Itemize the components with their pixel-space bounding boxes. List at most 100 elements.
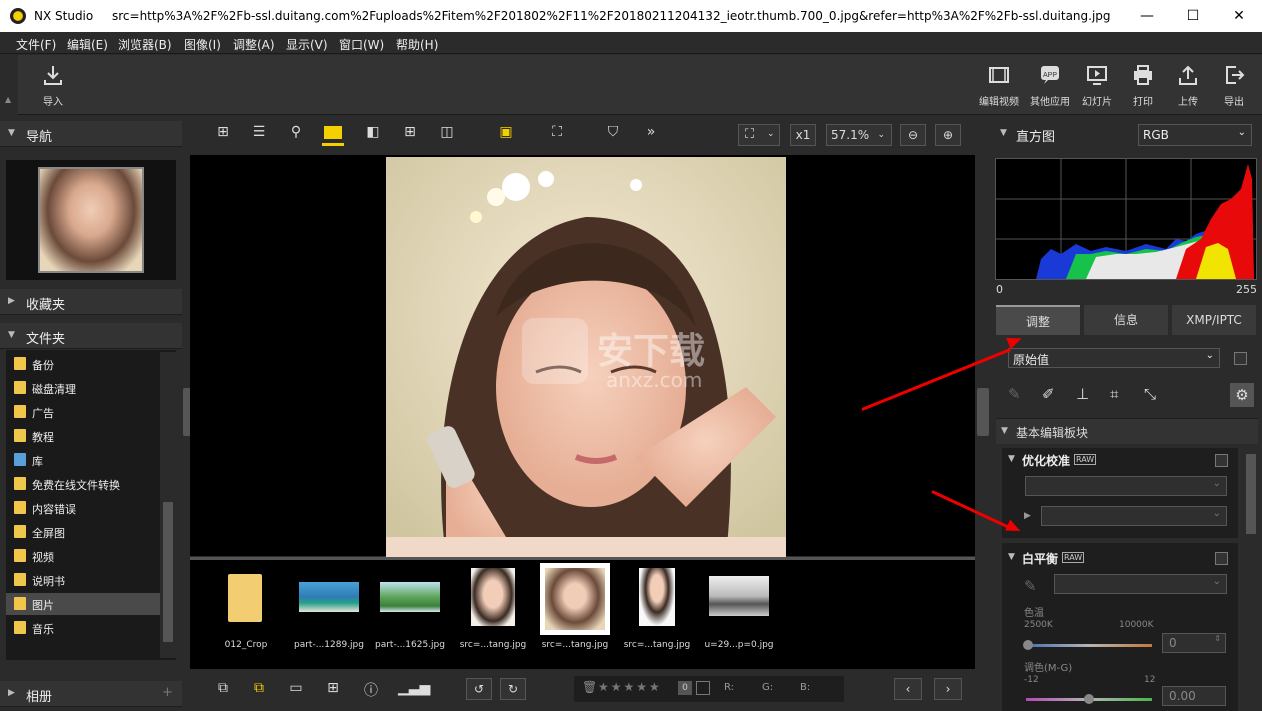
preset-dropdown[interactable]: 原始值 ⌄ <box>1008 348 1220 368</box>
folders-header[interactable]: ▼ 文件夹 <box>0 323 182 349</box>
picture-control-checkbox[interactable] <box>1215 454 1228 467</box>
stack-icon[interactable]: ⧉ <box>212 680 234 702</box>
grid-view-icon[interactable]: ⊞ <box>212 124 234 146</box>
tab-info[interactable]: 信息 <box>1084 305 1168 335</box>
rotate-left-icon[interactable]: ↺ <box>466 678 492 700</box>
other-apps-button[interactable]: APP 其他应用 <box>1025 63 1075 108</box>
menu-edit[interactable]: 编辑(E) <box>67 36 108 53</box>
star-rating[interactable]: ★★★★★ <box>598 680 662 694</box>
list-view-icon[interactable]: ☰ <box>248 124 270 146</box>
retouch-brush-icon[interactable]: ✐ <box>1042 385 1055 403</box>
menu-image[interactable]: 图像(I) <box>184 36 221 53</box>
fullscreen-icon[interactable]: ⛶ <box>546 124 568 146</box>
histogram-overlay-icon[interactable]: ▁▃▅ <box>398 680 430 702</box>
info-icon[interactable]: ⓘ <box>360 680 382 702</box>
albums-header[interactable]: ▶ 相册 + <box>0 681 182 707</box>
folder-item-selected[interactable]: 图片 <box>6 593 160 615</box>
wb-eyedropper-icon[interactable]: ✎ <box>1024 577 1037 595</box>
more-icon[interactable]: » <box>640 124 662 146</box>
folder-item[interactable]: 磁盘清理 <box>12 377 162 399</box>
basic-edit-header[interactable]: ▼ 基本编辑板块 <box>996 418 1258 444</box>
zoom-1x-button[interactable]: x1 <box>790 124 816 146</box>
navigator-header[interactable]: ▼ 导航 <box>0 121 182 147</box>
prev-image-button[interactable]: ‹ <box>894 678 922 700</box>
import-button[interactable]: 导入 <box>28 63 78 108</box>
folder-item[interactable]: 广告 <box>12 401 162 423</box>
print-button[interactable]: 打印 <box>1118 63 1168 108</box>
before-after-icon[interactable]: ◫ <box>436 124 458 146</box>
temp-value[interactable]: 0 ⇕ <box>1162 633 1226 653</box>
navigator-thumbnail[interactable] <box>38 167 144 273</box>
white-balance-collapse-icon[interactable]: ▼ <box>1008 552 1015 562</box>
fit-view-dropdown[interactable]: ⛶ ⌄ <box>738 124 780 146</box>
app-name: NX Studio <box>34 9 94 23</box>
menu-browser[interactable]: 浏览器(B) <box>118 36 172 53</box>
picture-control-dropdown[interactable]: ⌄ <box>1025 476 1227 496</box>
perspective-icon[interactable]: ⤡ <box>1144 385 1156 403</box>
zoom-out-icon[interactable]: ⊖ <box>900 124 926 146</box>
settings-gear-icon[interactable]: ⚙ <box>1230 383 1254 407</box>
white-balance-dropdown[interactable]: ⌄ <box>1054 574 1227 594</box>
tint-slider[interactable] <box>1026 694 1152 704</box>
histogram-channel-dropdown[interactable]: RGB ⌄ <box>1138 124 1252 146</box>
filter-icon[interactable]: ⛉ <box>602 124 624 146</box>
slideshow-button[interactable]: 幻灯片 <box>1072 63 1122 108</box>
toolbar-collapse-handle[interactable]: ▲ <box>0 55 18 115</box>
crop-frame-icon[interactable]: ▭ <box>285 680 307 702</box>
folder-item[interactable]: 备份 <box>12 353 162 375</box>
folder-item[interactable]: 视频 <box>12 545 162 567</box>
menu-adjust[interactable]: 调整(A) <box>233 36 275 53</box>
menu-view[interactable]: 显示(V) <box>286 36 328 53</box>
zoom-percent-dropdown[interactable]: 57.1% ⌄ <box>826 124 892 146</box>
straighten-icon[interactable]: ⊥ <box>1076 385 1089 403</box>
next-image-button[interactable]: › <box>934 678 962 700</box>
rating-zero[interactable]: 0 <box>678 681 692 695</box>
trash-icon[interactable]: 🗑 <box>582 680 597 694</box>
zoom-in-icon[interactable]: ⊕ <box>935 124 961 146</box>
single-view-icon[interactable] <box>322 124 344 146</box>
menu-window[interactable]: 窗口(W) <box>339 36 384 53</box>
edit-video-button[interactable]: 编辑视频 <box>974 63 1024 108</box>
upload-button[interactable]: 上传 <box>1163 63 1213 108</box>
rotate-right-icon[interactable]: ↻ <box>500 678 526 700</box>
right-scrollbar[interactable] <box>1244 446 1258 706</box>
eyedropper-icon[interactable]: ✎ <box>1008 385 1021 403</box>
folder-item[interactable]: 音乐 <box>12 617 162 639</box>
favorites-header[interactable]: ▶ 收藏夹 <box>0 289 182 315</box>
menu-help[interactable]: 帮助(H) <box>396 36 438 53</box>
preset-checkbox[interactable] <box>1234 352 1247 365</box>
folder-icon <box>14 573 26 586</box>
compare-select-icon[interactable]: ⧉ <box>248 680 270 702</box>
maximize-button[interactable]: ☐ <box>1170 0 1216 32</box>
filmstrip-layout-icon[interactable]: ▣ <box>495 124 517 146</box>
grid-overlay-icon[interactable]: ⊞ <box>322 680 344 702</box>
compare-4-icon[interactable]: ⊞ <box>399 124 421 146</box>
folder-list: 备份 磁盘清理 广告 教程 库 免费在线文件转换 内容错误 全屏图 视频 说明书… <box>6 350 176 660</box>
export-button[interactable]: 导出 <box>1209 63 1259 108</box>
folder-item[interactable]: 内容错误 <box>12 497 162 519</box>
white-balance-checkbox[interactable] <box>1215 552 1228 565</box>
close-button[interactable]: ✕ <box>1216 0 1262 32</box>
folder-item[interactable]: 教程 <box>12 425 162 447</box>
picture-control-sub-dropdown[interactable]: ⌄ <box>1041 506 1227 526</box>
menu-file[interactable]: 文件(F) <box>16 36 56 53</box>
printer-icon <box>1134 65 1152 85</box>
folder-item[interactable]: 全屏图 <box>12 521 162 543</box>
folder-item[interactable]: 库 <box>12 449 162 471</box>
minimize-button[interactable]: — <box>1124 0 1170 32</box>
crop-icon[interactable]: ⌗ <box>1110 385 1118 403</box>
map-pin-icon[interactable]: ⚲ <box>285 124 307 146</box>
expand-icon[interactable]: ▶ <box>1024 511 1031 521</box>
histogram-collapse-icon[interactable]: ▼ <box>1000 128 1007 138</box>
folder-scrollbar[interactable] <box>160 352 176 658</box>
protect-icon[interactable] <box>696 681 710 695</box>
tab-adjust[interactable]: 调整 <box>996 305 1080 335</box>
right-panel-collapse-handle[interactable] <box>977 388 989 436</box>
tab-xmp-iptc[interactable]: XMP/IPTC <box>1172 305 1256 335</box>
compare-2-icon[interactable]: ◧ <box>362 124 384 146</box>
folder-item[interactable]: 说明书 <box>12 569 162 591</box>
tint-value[interactable]: 0.00 <box>1162 686 1226 706</box>
folder-item[interactable]: 免费在线文件转换 <box>12 473 162 495</box>
picture-control-collapse-icon[interactable]: ▼ <box>1008 454 1015 464</box>
temp-slider[interactable] <box>1023 640 1152 650</box>
